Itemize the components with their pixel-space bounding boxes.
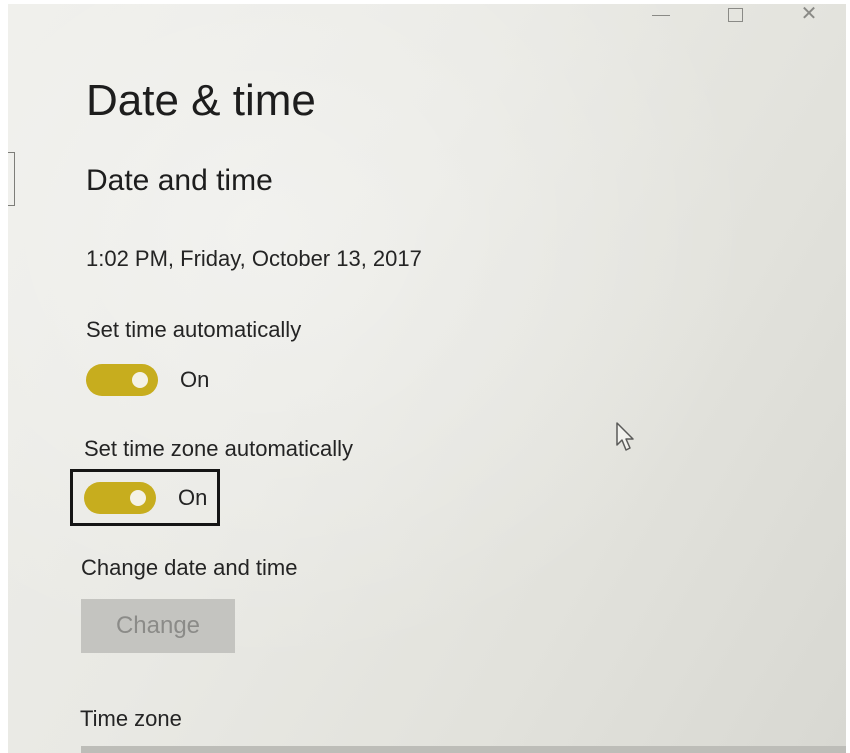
change-date-and-time-label: Change date and time	[81, 555, 298, 580]
window-controls: ✕	[624, 4, 846, 32]
toggle-state-label: On	[178, 485, 208, 510]
page-title: Date & time	[86, 76, 316, 125]
current-datetime: 1:02 PM, Friday, October 13, 2017	[86, 246, 422, 271]
settings-window: ✕ Date & time Date and time 1:02 PM, Fri…	[8, 4, 846, 753]
minimize-icon	[652, 14, 670, 16]
section-title: Date and time	[86, 164, 273, 197]
maximize-button[interactable]	[698, 4, 772, 32]
back-button-edge[interactable]	[8, 152, 15, 206]
set-time-zone-automatically-toggle[interactable]	[84, 482, 156, 514]
maximize-icon	[727, 8, 743, 22]
mouse-cursor-icon	[616, 422, 634, 451]
time-zone-label: Time zone	[80, 706, 182, 731]
close-icon: ✕	[800, 4, 818, 25]
toggle-knob	[132, 372, 148, 388]
minimize-button[interactable]	[624, 4, 698, 32]
set-time-automatically-row: On	[86, 364, 209, 396]
change-button[interactable]: Change	[81, 599, 235, 653]
time-zone-dropdown[interactable]	[81, 746, 846, 753]
toggle-state-label: On	[180, 367, 210, 392]
close-button[interactable]: ✕	[772, 4, 846, 32]
set-time-automatically-toggle[interactable]	[86, 364, 158, 396]
set-time-zone-automatically-label: Set time zone automatically	[84, 436, 354, 461]
set-time-zone-automatically-row: On	[84, 482, 207, 514]
set-time-automatically-label: Set time automatically	[86, 317, 302, 342]
toggle-knob	[130, 490, 146, 506]
